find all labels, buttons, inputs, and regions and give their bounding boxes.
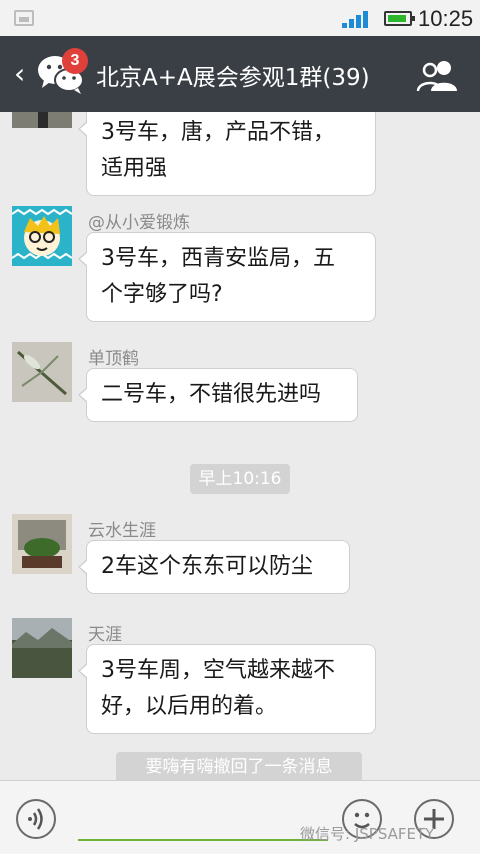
page-title: 北京A+A展会参观1群(39) <box>96 65 370 91</box>
message-line: 好，以后用的着。 <box>101 694 278 719</box>
message-bubble[interactable]: 3号车，唐，产品不错， 适用强 <box>78 112 376 196</box>
message-line: 个字够了吗? <box>101 282 223 307</box>
chat-area[interactable]: 3号车，唐，产品不错， 适用强 @从小爱锻炼 3号车，西青安监局，五 个字够了吗… <box>0 112 480 780</box>
system-notice: 要嗨有嗨撤回了一条消息 <box>116 752 362 780</box>
voice-icon <box>28 808 43 830</box>
sender-name: 单顶鹤 <box>88 349 139 369</box>
message-line: 2车这个东东可以防尘 <box>101 554 313 579</box>
voice-button[interactable] <box>16 799 56 839</box>
chat-header: ‹ 3 北京A+A展会参观1群(39) <box>0 36 480 112</box>
timestamp-divider: 早上10:16 <box>190 464 290 494</box>
message-line: 3号车周，空气越来越不 <box>101 658 335 683</box>
message-bubble[interactable]: 2车这个东东可以防尘 <box>78 540 350 594</box>
watermark: 微信号: JSPSAFETY <box>300 825 435 843</box>
message-line: 适用强 <box>101 156 168 181</box>
sender-name: @从小爱锻炼 <box>88 213 190 233</box>
avatar[interactable] <box>12 112 72 128</box>
message-input[interactable] <box>78 801 328 841</box>
avatar[interactable] <box>12 618 72 678</box>
message-line: 3号车，唐，产品不错， <box>101 120 335 145</box>
avatar[interactable] <box>12 206 72 266</box>
sender-name: 天涯 <box>88 625 122 645</box>
message-bubble[interactable]: 3号车，西青安监局，五 个字够了吗? <box>78 232 376 322</box>
message-bubble[interactable]: 二号车，不错很先进吗 <box>78 368 358 422</box>
sender-name: 云水生涯 <box>88 521 156 541</box>
back-icon[interactable]: ‹ <box>14 60 25 88</box>
avatar[interactable] <box>12 342 72 402</box>
group-members-icon[interactable] <box>416 58 460 92</box>
input-bar: 微信号: JSPSAFETY <box>0 780 480 854</box>
message-line: 二号车，不错很先进吗 <box>101 382 322 407</box>
message-bubble[interactable]: 3号车周，空气越来越不 好，以后用的着。 <box>78 644 376 734</box>
image-notification-icon <box>14 10 34 26</box>
status-bar: 10:25 <box>0 0 480 36</box>
unread-badge: 3 <box>62 48 88 74</box>
battery-icon <box>384 11 415 26</box>
avatar[interactable] <box>12 514 72 574</box>
status-time: 10:25 <box>418 6 474 31</box>
signal-icon <box>342 10 374 28</box>
message-line: 3号车，西青安监局，五 <box>101 246 335 271</box>
